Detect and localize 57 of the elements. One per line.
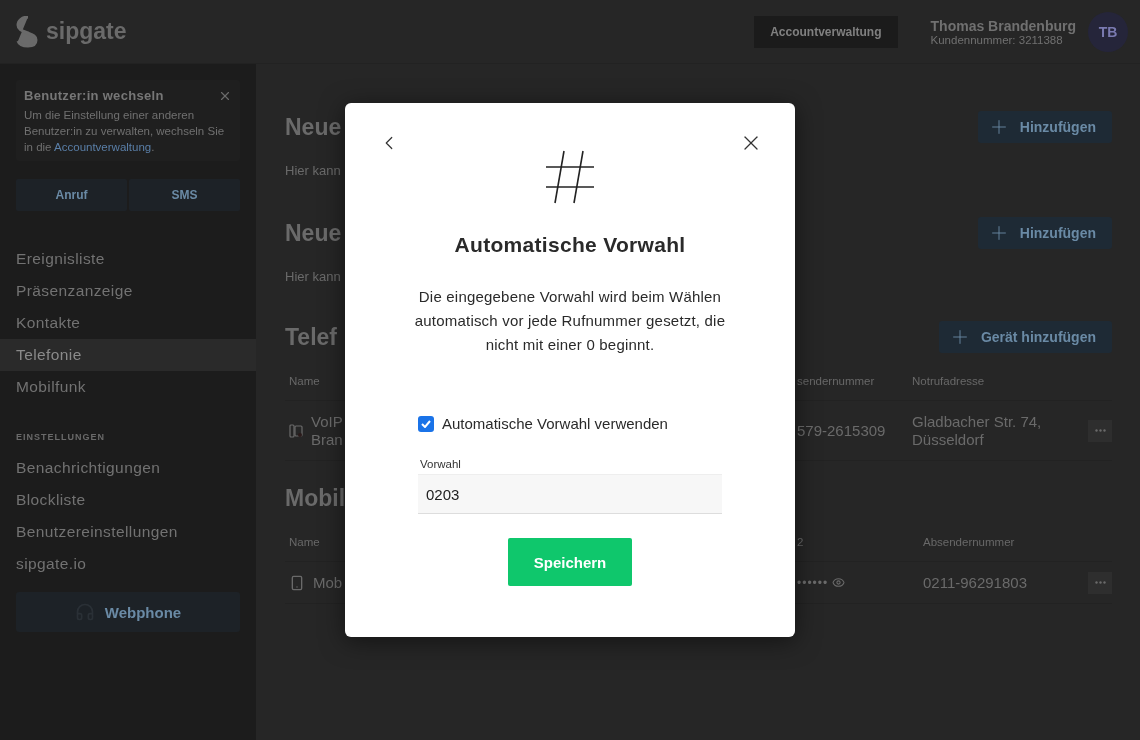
column-header: Notrufadresse [912,374,986,387]
notice-title: Benutzer:in wechseln [24,88,164,103]
field-label: Vorwahl [419,458,462,470]
masked-password: •••••• [797,575,919,590]
nav-item[interactable]: sipgate.io [0,548,256,580]
section-label: EINSTELLUNGEN [16,432,106,442]
check-icon [421,419,431,428]
table-cell-text: 0211-96291803 [923,573,1028,592]
more-button[interactable] [1088,571,1112,594]
column-header: sendernummer [797,374,876,387]
table-cell-text: 579-2615309 [797,421,887,440]
hash-icon [545,149,595,205]
notice-text: Um die Einstellung einer anderen Benutzer:in zu verwalten, wechseln Sie in die Accountverwaltung. [24,108,226,155]
modal-title: Automatische Vorwahl [454,233,686,257]
webphone-button[interactable]: Webphone [16,592,240,632]
checkbox-label: Automatische Vorwahl verwenden [442,415,668,432]
nav-item[interactable]: Telefonie [0,339,256,371]
column-header: Name [289,535,320,548]
column-header: Name [289,374,320,387]
avatar[interactable]: TB [1088,11,1128,52]
mobile-phone-icon [289,574,305,591]
add-button[interactable]: Hinzufügen [977,217,1112,249]
section-heading: Mobil [285,484,346,512]
add-device-button[interactable]: Gerät hinzufügen [938,321,1112,353]
quick-action-button[interactable]: SMS [129,179,240,211]
nav-item[interactable]: Ereignisliste [0,243,256,275]
nav-item[interactable]: Benutzereinstellungen [0,516,256,548]
column-header: Absendernummer [923,535,1016,548]
nav-item[interactable]: Präsenzanzeige [0,275,256,307]
logo-text: sipgate [46,18,127,45]
user-name: Thomas Brandenburg [930,17,1076,34]
customer-number: Kundennummer: 3211388 [930,33,1063,46]
section-heading: Neue [285,113,342,141]
device-name: VoIP Bran [311,412,343,449]
section-description: Hier kann [285,269,341,284]
more-button[interactable] [1088,419,1112,442]
ellipsis-icon [1094,581,1106,584]
section-heading: Neue [285,219,342,247]
checkbox[interactable] [418,415,434,432]
quick-action-button[interactable]: Anruf [16,179,127,211]
device-name: Mob [313,573,343,592]
modal-description: Die eingegebene Vorwahl wird beim Wählen automatisch vor jede Rufnummer gesetzt, die nicht mit einer 0 beginnt. [413,287,727,355]
account-button[interactable]: Accountverwaltung [754,15,898,48]
save-button[interactable]: Speichern [508,538,632,586]
nav-item[interactable]: Blockliste [0,484,256,516]
logo-icon [16,15,40,48]
nav-item[interactable]: Benachrichtigungen [0,452,256,484]
nav-item[interactable]: Mobilfunk [0,371,256,403]
add-button[interactable]: Hinzufügen [977,111,1112,143]
eye-icon[interactable] [832,576,846,589]
section-heading: Telef [285,323,337,351]
section-description: Hier kann [285,163,341,178]
nav-item[interactable]: Kontakte [0,307,256,339]
ellipsis-icon [1094,429,1106,432]
desk-phone-icon [289,422,303,439]
table-cell-text: Gladbacher Str. 74, Düsseldorf [912,412,1043,449]
area-code-field[interactable]: 0203 [418,474,722,514]
